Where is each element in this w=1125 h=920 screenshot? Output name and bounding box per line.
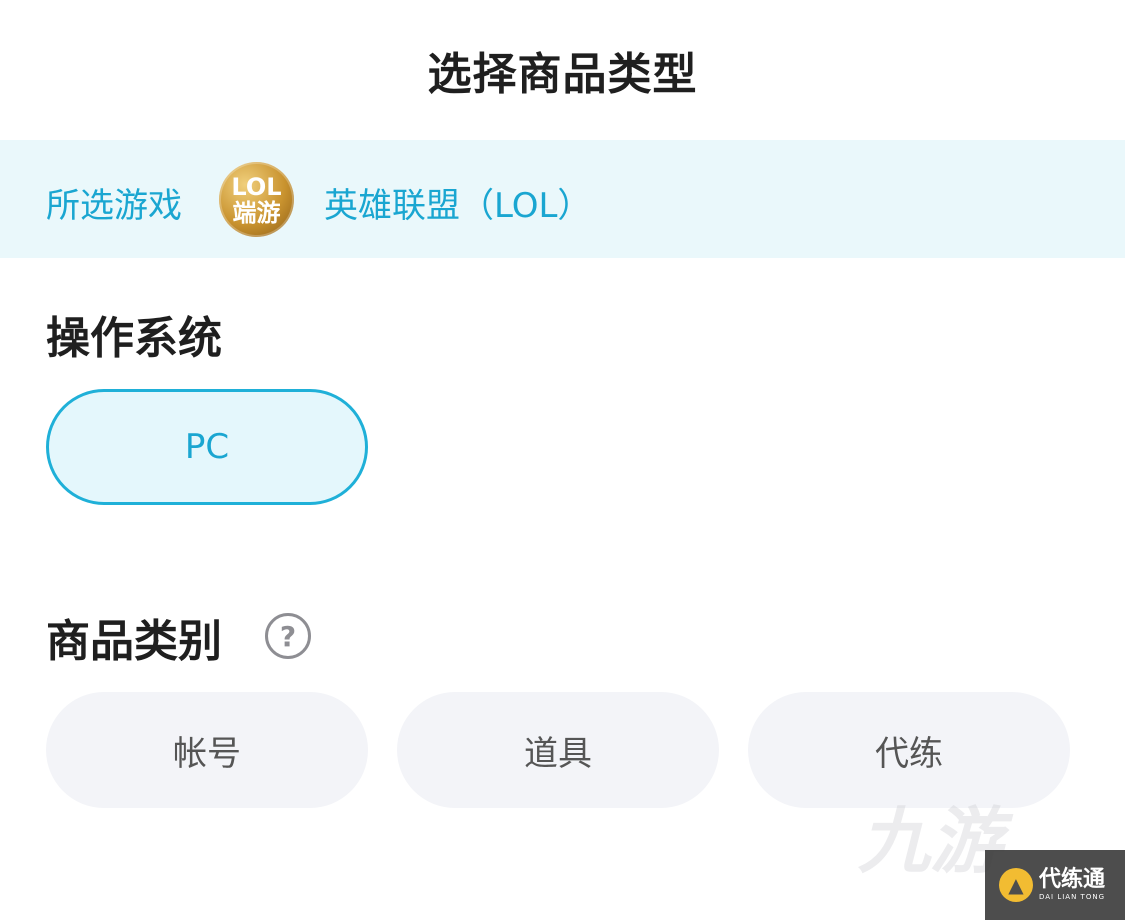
category-section-title: 商品类别 <box>46 616 222 667</box>
page-title: 选择商品类型 <box>427 49 698 100</box>
brand-text: 代练通 DAI LIAN TONG <box>1039 869 1105 901</box>
os-section-title: 操作系统 <box>46 313 222 364</box>
game-logo-text-bottom: 端游 <box>232 198 281 227</box>
brand-logo-icon: ▲ <box>999 868 1033 902</box>
jiuyou-watermark: 九游 <box>858 799 1003 883</box>
game-logo-text-top: LOL <box>231 172 282 201</box>
selected-game-name: 英雄联盟（LOL） <box>324 186 592 226</box>
game-logo-icon: LOL 端游 <box>219 162 294 237</box>
brand-name-en: DAI LIAN TONG <box>1039 893 1106 901</box>
question-circle-icon[interactable]: ? <box>265 613 311 659</box>
header: 选择商品类型 <box>0 0 1125 140</box>
os-option-pc[interactable]: PC <box>46 389 368 505</box>
selected-game-label: 所选游戏 <box>46 186 182 226</box>
selected-game-bar: 所选游戏 LOL 端游 英雄联盟（LOL） <box>0 140 1125 258</box>
brand-watermark: ▲ 代练通 DAI LIAN TONG <box>985 850 1125 920</box>
category-option-items[interactable]: 道具 <box>397 692 719 808</box>
brand-name-cn: 代练通 <box>1039 867 1106 892</box>
category-option-account[interactable]: 帐号 <box>46 692 368 808</box>
